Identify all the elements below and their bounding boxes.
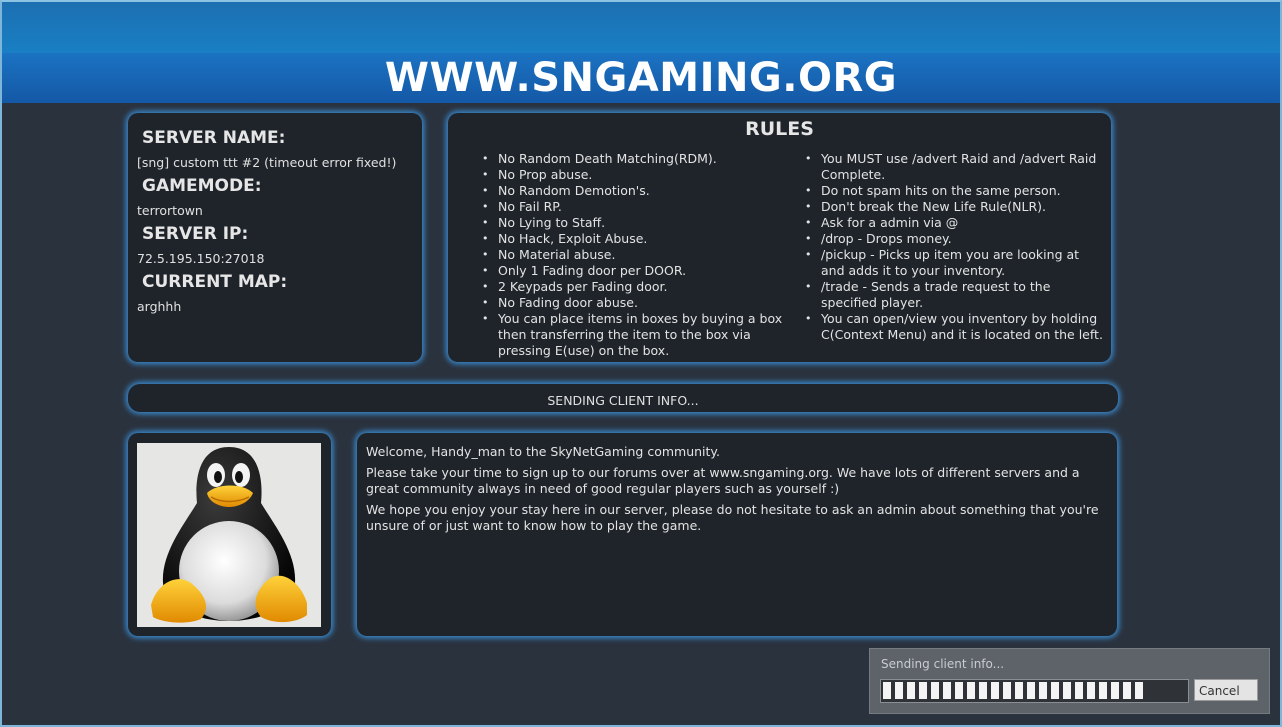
progress-block: [1003, 682, 1011, 699]
server-name-label: SERVER NAME:: [142, 128, 286, 148]
rule-item: No Fading door abuse.: [482, 295, 788, 311]
progress-block: [955, 682, 963, 699]
current-map-value: arghhh: [137, 299, 182, 314]
rules-list-left: No Random Death Matching(RDM). No Prop a…: [482, 151, 788, 359]
progress-block: [979, 682, 987, 699]
gamemode-value: terrortown: [137, 203, 203, 218]
progress-block: [1123, 682, 1131, 699]
progress-block: [1051, 682, 1059, 699]
progress-block: [1099, 682, 1107, 699]
rules-panel: RULES No Random Death Matching(RDM). No …: [448, 113, 1111, 362]
progress-block: [1087, 682, 1095, 699]
rule-item: Ask for a admin via @: [805, 215, 1106, 231]
avatar-panel: [128, 433, 331, 636]
rules-title: RULES: [745, 118, 814, 140]
loading-label: Sending client info...: [881, 657, 1005, 671]
progress-block: [1135, 682, 1143, 699]
progress-block: [1039, 682, 1047, 699]
server-info-panel: SERVER NAME: [sng] custom ttt #2 (timeou…: [128, 113, 422, 362]
gamemode-label: GAMEMODE:: [142, 176, 262, 196]
progress-block: [943, 682, 951, 699]
rule-item: No Lying to Staff.: [482, 215, 788, 231]
loading-dialog: Sending client info... Cancel: [869, 648, 1270, 714]
welcome-panel: Welcome, Handy_man to the SkyNetGaming c…: [357, 433, 1117, 636]
progress-block: [1075, 682, 1083, 699]
progress-block: [931, 682, 939, 699]
rule-item: You can open/view you inventory by holdi…: [805, 311, 1106, 343]
progress-block: [919, 682, 927, 699]
current-map-label: CURRENT MAP:: [142, 272, 288, 292]
rule-item: No Prop abuse.: [482, 167, 788, 183]
progress-block: [907, 682, 915, 699]
rule-item: Only 1 Fading door per DOOR.: [482, 263, 788, 279]
site-title: WWW.SNGAMING.ORG: [384, 55, 898, 101]
progress-block: [967, 682, 975, 699]
server-name-value: [sng] custom ttt #2 (timeout error fixed…: [137, 155, 397, 170]
welcome-enjoy-text: We hope you enjoy your stay here in our …: [366, 502, 1099, 533]
server-ip-label: SERVER IP:: [142, 224, 249, 244]
rule-item: No Random Demotion's.: [482, 183, 788, 199]
progress-block: [883, 682, 891, 699]
progress-block: [1027, 682, 1035, 699]
welcome-forum-text: Please take your time to sign up to our …: [366, 465, 1080, 496]
rule-item: 2 Keypads per Fading door.: [482, 279, 788, 295]
status-bar: SENDING CLIENT INFO...: [128, 384, 1118, 412]
rule-item: No Random Death Matching(RDM).: [482, 151, 788, 167]
progress-bar: [880, 679, 1189, 703]
progress-block: [1111, 682, 1119, 699]
rule-item: /trade - Sends a trade request to the sp…: [805, 279, 1106, 311]
progress-block: [1015, 682, 1023, 699]
rule-item: You can place items in boxes by buying a…: [482, 311, 788, 359]
header-top-bar: [0, 0, 1282, 53]
rule-item: No Hack, Exploit Abuse.: [482, 231, 788, 247]
rule-item: No Material abuse.: [482, 247, 788, 263]
rule-item: /drop - Drops money.: [805, 231, 1106, 247]
progress-block: [1063, 682, 1071, 699]
server-ip-value: 72.5.195.150:27018: [137, 251, 265, 266]
cancel-button[interactable]: Cancel: [1194, 679, 1258, 701]
penguin-avatar-icon: [137, 443, 321, 627]
rule-item: You MUST use /advert Raid and /advert Ra…: [805, 151, 1106, 183]
rule-item: Do not spam hits on the same person.: [805, 183, 1106, 199]
rules-list-right: You MUST use /advert Raid and /advert Ra…: [805, 151, 1106, 343]
rule-item: /pickup - Picks up item you are looking …: [805, 247, 1106, 279]
rule-item: No Fail RP.: [482, 199, 788, 215]
progress-block: [991, 682, 999, 699]
progress-fill: [883, 682, 1147, 700]
rule-item: Don't break the New Life Rule(NLR).: [805, 199, 1106, 215]
welcome-line: Welcome, Handy_man to the SkyNetGaming c…: [366, 444, 721, 459]
status-text: SENDING CLIENT INFO...: [547, 393, 699, 408]
progress-block: [895, 682, 903, 699]
